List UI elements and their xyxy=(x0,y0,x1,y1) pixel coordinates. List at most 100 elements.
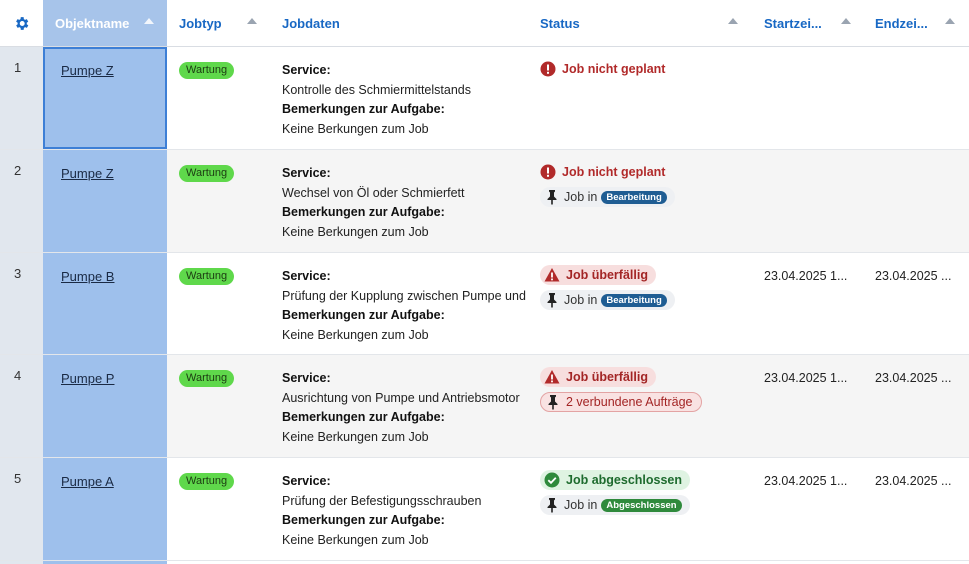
status-cell: Job überfällig 2 verbundene Aufträge xyxy=(540,367,702,417)
check-circle-icon xyxy=(544,472,560,488)
jobdaten-cell: Service: Prüfung der Kupplung zwischen P… xyxy=(282,267,528,345)
sort-up-icon[interactable] xyxy=(247,18,257,24)
error-circle-icon xyxy=(540,164,556,180)
job-state-badge: Bearbeitung xyxy=(601,293,667,307)
column-header-jobdaten[interactable]: Jobdaten xyxy=(270,0,528,46)
grid-header: Objektname Jobtyp Jobdaten Status Startz… xyxy=(0,0,969,47)
warning-triangle-icon xyxy=(544,370,560,384)
column-header-label: Status xyxy=(540,15,580,31)
remarks-label: Bemerkungen zur Aufgabe: xyxy=(282,513,445,527)
job-state-badge: Abgeschlossen xyxy=(601,498,682,512)
status-text: Job überfällig xyxy=(566,370,648,384)
linked-orders-text: 2 verbundene Aufträge xyxy=(566,395,693,409)
sort-up-icon[interactable] xyxy=(945,18,955,24)
status-badge: Job überfällig xyxy=(540,265,656,285)
service-label: Service: xyxy=(282,269,331,283)
status-badge: Job überfällig xyxy=(540,367,656,387)
status-cell: Job überfällig Job in Bearbeitung xyxy=(540,265,675,315)
column-settings-button[interactable] xyxy=(0,0,43,46)
column-header-endzeit[interactable]: Endzei... xyxy=(863,0,969,46)
row-number: 5 xyxy=(0,458,43,560)
job-state-text: Job in xyxy=(564,498,598,512)
objektname-cell[interactable]: Pumpe Z xyxy=(43,150,167,252)
table-row[interactable]: 2 Pumpe Z Wartung Service: Wechsel von Ö… xyxy=(0,150,969,253)
column-header-label: Jobdaten xyxy=(282,15,340,31)
objekt-link[interactable]: Pumpe B xyxy=(61,269,114,284)
remarks-text: Keine Berkungen zum Job xyxy=(282,224,429,239)
service-label: Service: xyxy=(282,63,331,77)
sort-up-icon[interactable] xyxy=(144,18,154,24)
job-state-chip[interactable]: Job in Bearbeitung xyxy=(540,290,675,310)
job-state-text: Job in xyxy=(564,190,598,204)
column-header-label: Jobtyp xyxy=(179,15,222,31)
linked-orders-chip[interactable]: 2 verbundene Aufträge xyxy=(540,392,702,412)
row-number: 2 xyxy=(0,150,43,252)
startzeit-cell: 23.04.2025 1... xyxy=(764,269,848,283)
job-state-badge: Bearbeitung xyxy=(601,190,667,204)
status-text: Job überfällig xyxy=(566,268,648,282)
service-text: Ausrichtung von Pumpe und Antriebsmotor xyxy=(282,390,520,405)
endzeit-cell: 23.04.2025 ... xyxy=(875,269,952,283)
objektname-cell[interactable]: Pumpe A xyxy=(43,458,167,560)
remarks-text: Keine Berkungen zum Job xyxy=(282,532,429,547)
job-state-chip[interactable]: Job in Abgeschlossen xyxy=(540,495,690,515)
column-header-startzeit[interactable]: Startzei... xyxy=(752,0,863,46)
status-cell: Job nicht geplant Job in Bearbeitung xyxy=(540,162,675,212)
row-number: 1 xyxy=(0,47,43,149)
startzeit-cell: 23.04.2025 1... xyxy=(764,474,848,488)
endzeit-cell: 23.04.2025 ... xyxy=(875,371,952,385)
jobdaten-cell: Service: Prüfung der Befestigungsschraub… xyxy=(282,472,528,550)
objektname-cell[interactable]: Pumpe B xyxy=(43,253,167,354)
remarks-label: Bemerkungen zur Aufgabe: xyxy=(282,205,445,219)
status-badge: Job nicht geplant xyxy=(540,59,673,79)
startzeit-cell: 23.04.2025 1... xyxy=(764,371,848,385)
sort-up-icon[interactable] xyxy=(841,18,851,24)
jobdaten-cell: Service: Ausrichtung von Pumpe und Antri… xyxy=(282,369,528,447)
gear-icon xyxy=(16,16,29,30)
jobtyp-badge: Wartung xyxy=(179,473,235,490)
remarks-label: Bemerkungen zur Aufgabe: xyxy=(282,102,445,116)
service-text: Kontrolle des Schmiermittelstands xyxy=(282,82,471,97)
pin-icon xyxy=(547,190,557,205)
column-header-objektname[interactable]: Objektname xyxy=(43,0,167,46)
jobtyp-badge: Wartung xyxy=(179,165,235,182)
column-header-label: Startzei... xyxy=(764,15,822,31)
jobdaten-cell: Service: Kontrolle des Schmiermittelstan… xyxy=(282,61,528,139)
status-badge: Job abgeschlossen xyxy=(540,470,691,490)
status-cell: Job abgeschlossen Job in Abgeschlossen xyxy=(540,470,691,520)
service-text: Wechsel von Öl oder Schmierfett xyxy=(282,185,465,200)
jobtyp-badge: Wartung xyxy=(179,370,235,387)
jobtyp-badge: Wartung xyxy=(179,62,235,79)
status-text: Job nicht geplant xyxy=(562,165,666,179)
table-row[interactable]: 1 Pumpe Z Wartung Service: Kontrolle des… xyxy=(0,47,969,150)
status-badge: Job nicht geplant xyxy=(540,162,673,182)
objekt-link[interactable]: Pumpe Z xyxy=(61,166,114,181)
objekt-link[interactable]: Pumpe A xyxy=(61,474,114,489)
pin-icon xyxy=(547,498,557,513)
column-header-label: Objektname xyxy=(55,15,130,31)
remarks-text: Keine Berkungen zum Job xyxy=(282,121,429,136)
endzeit-cell: 23.04.2025 ... xyxy=(875,474,952,488)
status-text: Job nicht geplant xyxy=(562,62,666,76)
job-state-text: Job in xyxy=(564,293,598,307)
remarks-label: Bemerkungen zur Aufgabe: xyxy=(282,410,445,424)
table-row[interactable]: 5 Pumpe A Wartung Service: Prüfung der B… xyxy=(0,458,969,561)
objektname-cell[interactable]: Pumpe Z xyxy=(43,47,167,149)
table-row[interactable]: 3 Pumpe B Wartung Service: Prüfung der K… xyxy=(0,253,969,355)
column-header-status[interactable]: Status xyxy=(528,0,752,46)
warning-triangle-icon xyxy=(544,268,560,282)
objekt-link[interactable]: Pumpe Z xyxy=(61,63,114,78)
column-header-jobtyp[interactable]: Jobtyp xyxy=(167,0,270,46)
job-state-chip[interactable]: Job in Bearbeitung xyxy=(540,187,675,207)
row-number: 3 xyxy=(0,253,43,354)
service-text: Prüfung der Befestigungsschrauben xyxy=(282,493,482,508)
pin-icon xyxy=(547,293,557,308)
pin-icon xyxy=(548,395,558,410)
objekt-link[interactable]: Pumpe P xyxy=(61,371,114,386)
error-circle-icon xyxy=(540,61,556,77)
table-row[interactable]: 4 Pumpe P Wartung Service: Ausrichtung v… xyxy=(0,355,969,458)
column-header-label: Endzei... xyxy=(875,15,928,31)
objektname-cell[interactable]: Pumpe P xyxy=(43,355,167,457)
data-grid: Objektname Jobtyp Jobdaten Status Startz… xyxy=(0,0,969,564)
sort-up-icon[interactable] xyxy=(728,18,738,24)
